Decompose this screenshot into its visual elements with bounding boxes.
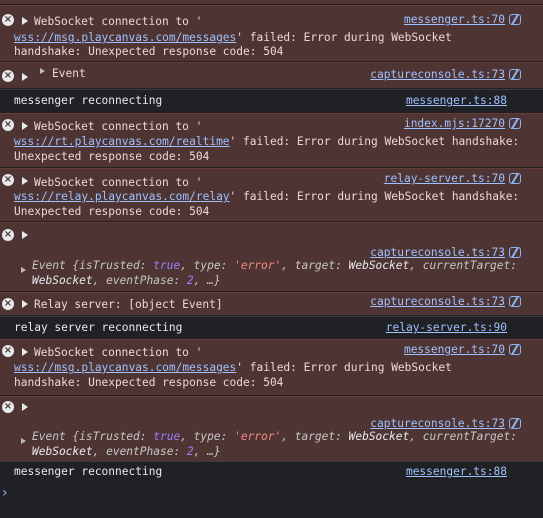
source-link[interactable]: index.mjs:17270 <box>404 116 505 131</box>
error-message-line1: WebSocket connection to ' <box>34 15 203 28</box>
error-icon: × <box>2 70 14 82</box>
expand-object-triangle-icon[interactable] <box>21 438 26 444</box>
source-link[interactable]: captureconsole.ts:73 <box>370 67 505 82</box>
source-link[interactable]: relay-server.ts:90 <box>386 320 507 335</box>
expand-event-triangle-icon[interactable] <box>40 68 45 74</box>
error-message-line2: wss://msg.playcanvas.com/messages' faile… <box>14 360 452 375</box>
console-error-entry[interactable]: × captureconsole.ts:73 Event {isTrusted:… <box>0 222 543 291</box>
console-error-entry[interactable]: × Event captureconsole.ts:73 <box>0 62 543 88</box>
error-message: Relay server: [object Event] <box>34 298 223 311</box>
error-icon: × <box>2 14 14 26</box>
expand-triangle-icon[interactable] <box>22 177 28 185</box>
error-icon: × <box>2 345 14 357</box>
expand-triangle-icon[interactable] <box>22 73 28 81</box>
error-message-line2: wss://rt.playcanvas.com/realtime' failed… <box>14 134 519 149</box>
source-link[interactable]: messenger.ts:88 <box>406 464 507 479</box>
log-message: relay server reconnecting <box>14 321 183 334</box>
error-message-continuation: ' failed: Error during WebSocket handsha… <box>229 190 520 203</box>
open-source-icon[interactable] <box>509 118 521 129</box>
previous-entry-edge <box>0 0 543 4</box>
open-source-icon[interactable] <box>509 69 521 80</box>
log-message: messenger reconnecting <box>14 94 163 107</box>
error-message-line2: wss://msg.playcanvas.com/messages' faile… <box>14 30 452 45</box>
console-log-entry[interactable]: messenger reconnecting messenger.ts:88 <box>0 461 543 482</box>
error-message-continuation: ' failed: Error during WebSocket handsha… <box>229 135 520 148</box>
console-log-entry[interactable]: messenger reconnecting messenger.ts:88 <box>0 89 543 112</box>
websocket-url-link[interactable]: wss://msg.playcanvas.com/messages <box>14 361 236 374</box>
error-icon: × <box>2 229 14 241</box>
error-message-line3: Unexpected response code: 504 <box>14 150 210 163</box>
expand-triangle-icon[interactable] <box>22 122 28 130</box>
expand-triangle-icon[interactable] <box>22 403 28 411</box>
open-source-icon[interactable] <box>509 344 521 355</box>
source-link[interactable]: messenger.ts:70 <box>404 342 505 357</box>
expand-triangle-icon[interactable] <box>22 348 28 356</box>
event-object-preview-line1: Event {isTrusted: true, type: 'error', t… <box>32 430 518 443</box>
open-source-icon[interactable] <box>509 173 521 184</box>
websocket-url-link[interactable]: wss://rt.playcanvas.com/realtime <box>14 135 230 148</box>
expand-triangle-icon[interactable] <box>22 17 28 25</box>
error-message-line1: WebSocket connection to ' <box>34 176 203 189</box>
error-message: Event <box>52 67 86 80</box>
console-error-entry[interactable]: × captureconsole.ts:73 Event {isTrusted:… <box>0 396 543 461</box>
source-link[interactable]: messenger.ts:88 <box>406 93 507 108</box>
log-message: messenger reconnecting <box>14 465 163 478</box>
event-object-preview-line2: WebSocket, eventPhase: 2, …} <box>32 445 221 458</box>
error-message-line1: WebSocket connection to ' <box>34 120 203 133</box>
source-link[interactable]: relay-server.ts:70 <box>384 171 505 186</box>
console-error-entry[interactable]: × WebSocket connection to ' wss://rt.pla… <box>0 113 543 167</box>
open-source-icon[interactable] <box>509 418 521 429</box>
source-link[interactable]: messenger.ts:70 <box>404 12 505 27</box>
websocket-url-link[interactable]: wss://msg.playcanvas.com/messages <box>14 31 236 44</box>
expand-object-triangle-icon[interactable] <box>21 267 26 273</box>
error-message-line3: Unexpected response code: 504 <box>14 205 210 218</box>
console-error-entry[interactable]: × WebSocket connection to ' wss://msg.pl… <box>0 339 543 395</box>
open-source-icon[interactable] <box>509 247 521 258</box>
console-log-entry[interactable]: relay server reconnecting relay-server.t… <box>0 316 543 338</box>
event-object-preview-line2: WebSocket, eventPhase: 2, …} <box>32 274 221 287</box>
error-message-line3: handshake: Unexpected response code: 504 <box>14 376 284 389</box>
console-error-entry[interactable]: × WebSocket connection to ' wss://msg.pl… <box>0 5 543 61</box>
expand-triangle-icon[interactable] <box>22 231 28 239</box>
error-message-continuation: ' failed: Error during WebSocket <box>236 31 452 44</box>
open-source-icon[interactable] <box>509 296 521 307</box>
event-object-preview-line1: Event {isTrusted: true, type: 'error', t… <box>32 259 518 272</box>
console-error-entry[interactable]: × Relay server: [object Event] captureco… <box>0 292 543 315</box>
expand-triangle-icon[interactable] <box>22 300 28 308</box>
error-icon: × <box>2 298 14 310</box>
error-icon: × <box>2 119 14 131</box>
error-message-line2: wss://relay.playcanvas.com/relay' failed… <box>14 189 519 204</box>
error-message-line1: WebSocket connection to ' <box>34 346 203 359</box>
console-prompt-icon[interactable]: › <box>2 486 8 501</box>
error-icon: × <box>2 174 14 186</box>
source-link[interactable]: captureconsole.ts:73 <box>370 294 505 309</box>
error-icon: × <box>2 401 14 413</box>
console-error-entry[interactable]: × WebSocket connection to ' wss://relay.… <box>0 168 543 221</box>
open-source-icon[interactable] <box>509 14 521 25</box>
error-message-continuation: ' failed: Error during WebSocket <box>236 361 452 374</box>
error-message-line3: handshake: Unexpected response code: 504 <box>14 45 284 58</box>
websocket-url-link[interactable]: wss://relay.playcanvas.com/relay <box>14 190 230 203</box>
